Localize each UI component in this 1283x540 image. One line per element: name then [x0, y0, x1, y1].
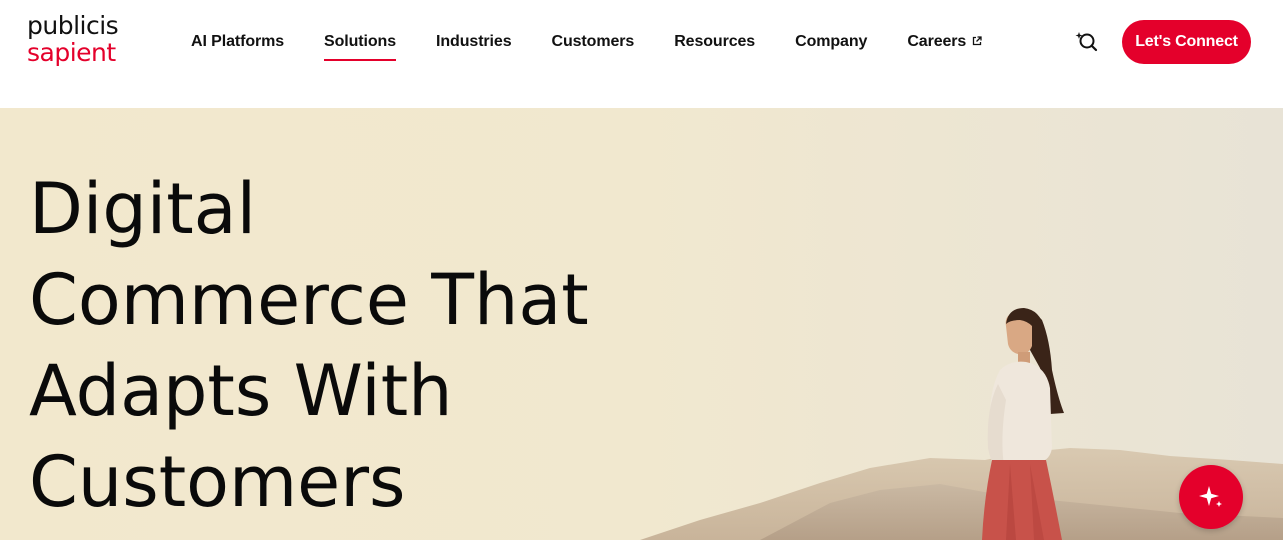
hero-title-line-1: Digital [29, 168, 257, 250]
logo-line-1: publicis [27, 11, 119, 40]
external-link-icon [973, 36, 982, 45]
nav-item-solutions[interactable]: Solutions [324, 30, 396, 61]
logo-line-2: sapient [27, 38, 116, 67]
lets-connect-button[interactable]: Let's Connect [1122, 20, 1251, 64]
ai-search-icon [1075, 32, 1098, 52]
main-nav: AI Platforms Solutions Industries Custom… [191, 30, 1022, 70]
hero-title-line-3: Adapts With [29, 350, 453, 432]
hero-title-line-4: Customers [29, 441, 406, 523]
nav-item-customers[interactable]: Customers [552, 30, 635, 56]
sparkle-icon [1199, 486, 1222, 507]
hero-section: Digital Commerce That Adapts With Custom… [0, 108, 1283, 540]
nav-item-industries[interactable]: Industries [436, 30, 512, 56]
site-header: publicis sapient AI Platforms Solutions … [0, 0, 1283, 108]
nav-item-resources[interactable]: Resources [674, 30, 755, 56]
publicis-sapient-logo[interactable]: publicis sapient [27, 12, 137, 66]
ai-assistant-button[interactable] [1179, 465, 1243, 529]
nav-item-careers[interactable]: Careers [907, 30, 982, 56]
nav-item-ai-platforms[interactable]: AI Platforms [191, 30, 284, 56]
ai-search-button[interactable] [1073, 29, 1099, 55]
nav-item-careers-label: Careers [907, 33, 967, 50]
hero-title: Digital Commerce That Adapts With Custom… [29, 164, 669, 528]
hero-title-line-2: Commerce That [29, 259, 589, 341]
nav-item-company[interactable]: Company [795, 30, 867, 56]
